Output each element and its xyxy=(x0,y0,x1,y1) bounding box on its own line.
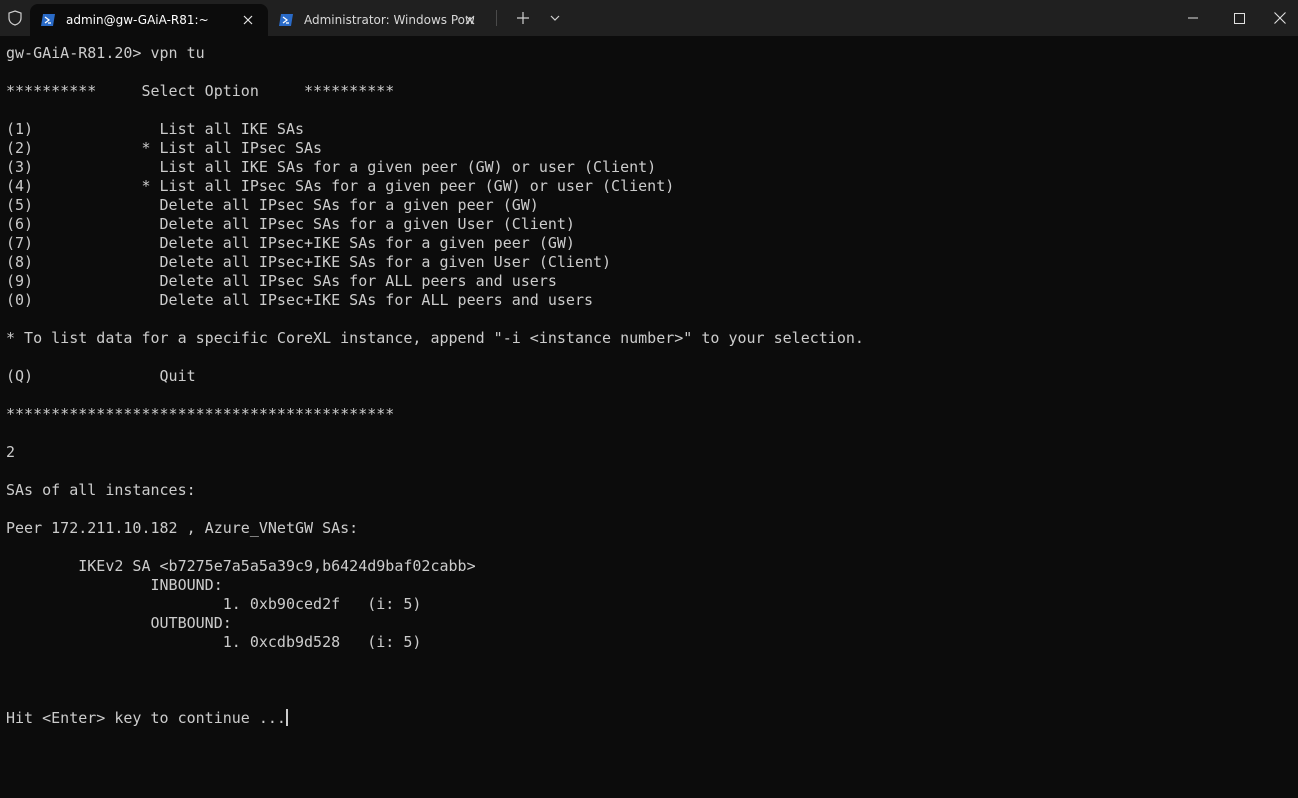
terminal-line: (0) Delete all IPsec+IKE SAs for ALL pee… xyxy=(6,291,593,309)
tab-windows-powershell[interactable]: Administrator: Windows PowerShell xyxy=(268,4,490,36)
maximize-icon xyxy=(1233,12,1245,24)
terminal-line: 2 xyxy=(6,443,16,461)
tab-dropdown-button[interactable] xyxy=(539,0,571,36)
tab-admin-gw[interactable]: admin@gw-GAiA-R81:~ xyxy=(30,4,268,36)
plus-icon xyxy=(517,12,529,24)
terminal-output[interactable]: gw-GAiA-R81.20> vpn tu ********** Select … xyxy=(6,44,864,728)
terminal-line: INBOUND: xyxy=(6,576,223,594)
tab-label: Administrator: Windows PowerShell xyxy=(304,13,474,27)
tab-separator xyxy=(496,10,497,26)
terminal-line: (8) Delete all IPsec+IKE SAs for a given… xyxy=(6,253,612,271)
terminal-line: gw-GAiA-R81.20> vpn tu xyxy=(6,44,205,62)
terminal-line: Hit <Enter> key to continue ... xyxy=(6,709,288,727)
text-cursor xyxy=(285,709,288,726)
terminal-line: OUTBOUND: xyxy=(6,614,232,632)
terminal-line: (2) * List all IPsec SAs xyxy=(6,139,323,157)
powershell-icon xyxy=(41,14,55,26)
terminal-line: ****************************************… xyxy=(6,405,395,423)
chevron-down-icon xyxy=(550,15,560,21)
terminal-line: (1) List all IKE SAs xyxy=(6,120,305,138)
terminal-line: (4) * List all IPsec SAs for a given pee… xyxy=(6,177,675,195)
terminal-line: SAs of all instances: xyxy=(6,481,196,499)
minimize-button[interactable] xyxy=(1170,0,1216,36)
terminal-line: * To list data for a specific CoreXL ins… xyxy=(6,329,864,347)
shield-icon[interactable] xyxy=(0,0,30,36)
close-tab-icon[interactable] xyxy=(240,12,256,28)
close-window-button[interactable] xyxy=(1262,0,1298,36)
terminal-line: (3) List all IKE SAs for a given peer (G… xyxy=(6,158,657,176)
title-bar: admin@gw-GAiA-R81:~ Administrator: Windo… xyxy=(0,0,1298,36)
minimize-icon xyxy=(1188,17,1198,19)
terminal-line: (5) Delete all IPsec SAs for a given pee… xyxy=(6,196,539,214)
terminal-line: 1. 0xcdb9d528 (i: 5) xyxy=(6,633,422,651)
terminal-line: Peer 172.211.10.182 , Azure_VNetGW SAs: xyxy=(6,519,359,537)
tab-label: admin@gw-GAiA-R81:~ xyxy=(66,13,209,27)
close-tab-icon[interactable] xyxy=(462,12,478,28)
terminal-line: 1. 0xb90ced2f (i: 5) xyxy=(6,595,422,613)
new-tab-button[interactable] xyxy=(507,0,539,36)
terminal-line: (6) Delete all IPsec SAs for a given Use… xyxy=(6,215,575,233)
terminal-line: (Q) Quit xyxy=(6,367,196,385)
maximize-button[interactable] xyxy=(1216,0,1262,36)
terminal-line: (7) Delete all IPsec+IKE SAs for a given… xyxy=(6,234,575,252)
terminal-line: IKEv2 SA <b7275e7a5a5a39c9,b6424d9baf02c… xyxy=(6,557,476,575)
terminal-line: (9) Delete all IPsec SAs for ALL peers a… xyxy=(6,272,557,290)
close-icon xyxy=(1274,12,1286,24)
powershell-icon xyxy=(279,14,293,26)
terminal-line: ********** Select Option ********** xyxy=(6,82,395,100)
